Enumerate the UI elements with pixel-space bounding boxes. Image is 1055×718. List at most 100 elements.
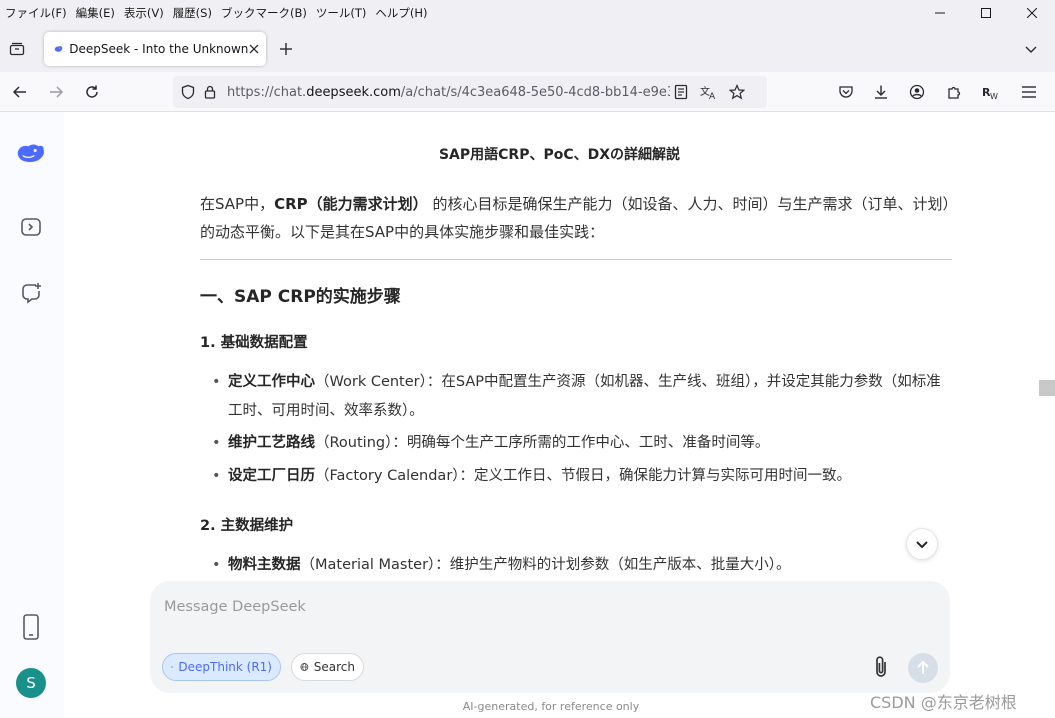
deepthink-button[interactable]: DeepThink (R1) [162, 653, 281, 681]
bookmark-star-button[interactable] [726, 81, 748, 103]
message-composer: DeepThink (R1) Search [150, 581, 950, 693]
app-menu-button[interactable] [1017, 80, 1041, 104]
menu-edit[interactable]: 編集(E) [72, 5, 119, 21]
menu-bookmarks[interactable]: ブックマーク(B) [217, 5, 311, 21]
reading-extension-button[interactable]: RW [979, 80, 1003, 104]
star-icon [729, 84, 745, 100]
translate-button[interactable]: 文A [698, 81, 720, 103]
tab-deepseek[interactable]: DeepSeek - Into the Unknown [44, 32, 266, 66]
list-item: 设定工厂日历（Factory Calendar）：定义工作日、节假日，确保能力计… [212, 462, 952, 491]
svg-text:A: A [709, 92, 716, 100]
mobile-phone-icon [23, 614, 39, 640]
list-item: 维护工艺路线（Routing）：明确每个生产工序所需的工作中心、工时、准备时间等… [212, 429, 952, 458]
downloads-button[interactable] [869, 80, 893, 104]
paperclip-icon [876, 656, 886, 677]
tab-close-button[interactable] [248, 39, 260, 59]
plus-icon [280, 43, 292, 55]
toggle-sidebar-button[interactable] [16, 212, 46, 242]
svg-text:W: W [990, 92, 998, 100]
list-all-tabs-button[interactable] [1021, 39, 1041, 59]
intro-paragraph: 在SAP中，CRP（能力需求计划） 的核心目标是确保生产能力（如设备、人力、时间… [200, 190, 952, 246]
new-tab-button[interactable] [275, 38, 297, 60]
arrow-left-icon [12, 86, 26, 98]
list-item: 物料主数据（Material Master）：维护生产物料的计划参数（如生产版本… [212, 551, 952, 580]
user-avatar[interactable]: S [16, 668, 46, 698]
url-domain: deepseek.com [306, 84, 401, 100]
item-term: （Routing） [315, 435, 393, 451]
site-info-icon[interactable] [199, 81, 221, 103]
item-bold: 物料主数据 [228, 557, 301, 573]
extensions-button[interactable] [942, 80, 966, 104]
maximize-icon [981, 8, 991, 18]
tab-title: DeepSeek - Into the Unknown [69, 42, 249, 56]
reload-button[interactable] [80, 80, 104, 104]
firefox-view-button[interactable] [6, 38, 28, 60]
window-controls [917, 0, 1055, 26]
attach-file-button[interactable] [868, 653, 894, 681]
menu-view[interactable]: 表示(V) [120, 5, 168, 21]
atom-icon [171, 666, 174, 668]
url-text[interactable]: https://chat.deepseek.com/a/chat/s/4c3ea… [227, 85, 670, 100]
hamburger-menu-icon [1022, 86, 1036, 98]
item-text: ：明确每个生产工序所需的工作中心、工时、准备时间等。 [392, 435, 770, 451]
chat-content: SAP用語CRP、PoC、DXの詳細解説 在SAP中，CRP（能力需求计划） 的… [64, 112, 1055, 718]
account-icon [909, 84, 925, 100]
item-bold: 设定工厂日历 [228, 468, 315, 484]
message-input[interactable] [164, 595, 924, 619]
address-bar[interactable]: https://chat.deepseek.com/a/chat/s/4c3ea… [173, 76, 767, 108]
arrow-up-icon [917, 660, 929, 674]
item-term: （Material Master） [300, 557, 436, 573]
csdn-watermark: CSDN @东京老树根 [870, 693, 1017, 712]
subsection-heading: 2. 主数据维护 [200, 518, 294, 534]
intro-bold-term: CRP（能力需求计划） [274, 195, 428, 213]
menu-bar: ファイル(F) 編集(E) 表示(V) 履歴(S) ブックマーク(B) ツール(… [0, 0, 1055, 26]
url-prefix: https://chat. [227, 84, 307, 100]
scroll-to-bottom-button[interactable] [906, 528, 938, 560]
new-chat-button[interactable] [16, 278, 46, 308]
translate-icon: 文A [700, 85, 716, 100]
forward-button[interactable] [44, 80, 68, 104]
tab-list-icon [9, 42, 25, 56]
list-item: 定义工作中心（Work Center）：在SAP中配置生产资源（如机器、生产线、… [212, 368, 952, 426]
close-icon [249, 44, 259, 54]
chevron-down-icon [1025, 46, 1037, 53]
back-button[interactable] [8, 80, 32, 104]
maximize-button[interactable] [963, 0, 1009, 26]
chevron-down-icon [916, 541, 928, 549]
chat-title: SAP用語CRP、PoC、DXの詳細解説 [438, 147, 681, 163]
menu-tools[interactable]: ツール(T) [312, 5, 371, 21]
account-button[interactable] [905, 80, 929, 104]
pocket-button[interactable] [834, 80, 858, 104]
tracking-protection-icon[interactable] [177, 81, 199, 103]
search-button[interactable]: Search [291, 653, 364, 681]
lock-icon [204, 85, 216, 99]
shield-icon [181, 84, 195, 100]
menu-history[interactable]: 履歴(S) [169, 5, 216, 21]
minimize-button[interactable] [917, 0, 963, 26]
scrollbar-thumb[interactable] [1039, 380, 1055, 396]
minimize-icon [935, 12, 945, 14]
section-divider [200, 259, 952, 260]
menu-help[interactable]: ヘルプ(H) [371, 5, 431, 21]
send-button[interactable] [908, 653, 938, 683]
tab-strip: DeepSeek - Into the Unknown [0, 26, 1055, 72]
get-app-button[interactable] [16, 612, 46, 642]
close-icon [1027, 8, 1037, 18]
deepthink-label: DeepThink (R1) [178, 660, 272, 674]
puzzle-icon [948, 86, 961, 99]
globe-icon [300, 663, 309, 671]
deepseek-favicon-icon [54, 46, 63, 52]
deepseek-whale-icon [17, 144, 45, 162]
search-label: Search [313, 660, 355, 674]
close-window-button[interactable] [1009, 0, 1055, 26]
download-icon [875, 85, 887, 99]
item-bold: 定义工作中心 [228, 374, 315, 390]
url-path: /a/chat/s/4c3ea648-5e50-4cd8-bb14-e9e325… [400, 84, 670, 100]
item-term: （Factory Calendar） [315, 468, 460, 484]
reader-view-button[interactable] [670, 81, 692, 103]
item-bold: 维护工艺路线 [228, 435, 315, 451]
deepseek-logo[interactable] [16, 138, 46, 168]
reader-view-icon [674, 84, 688, 100]
menu-file[interactable]: ファイル(F) [1, 5, 71, 21]
sidebar-toggle-icon [21, 218, 41, 236]
